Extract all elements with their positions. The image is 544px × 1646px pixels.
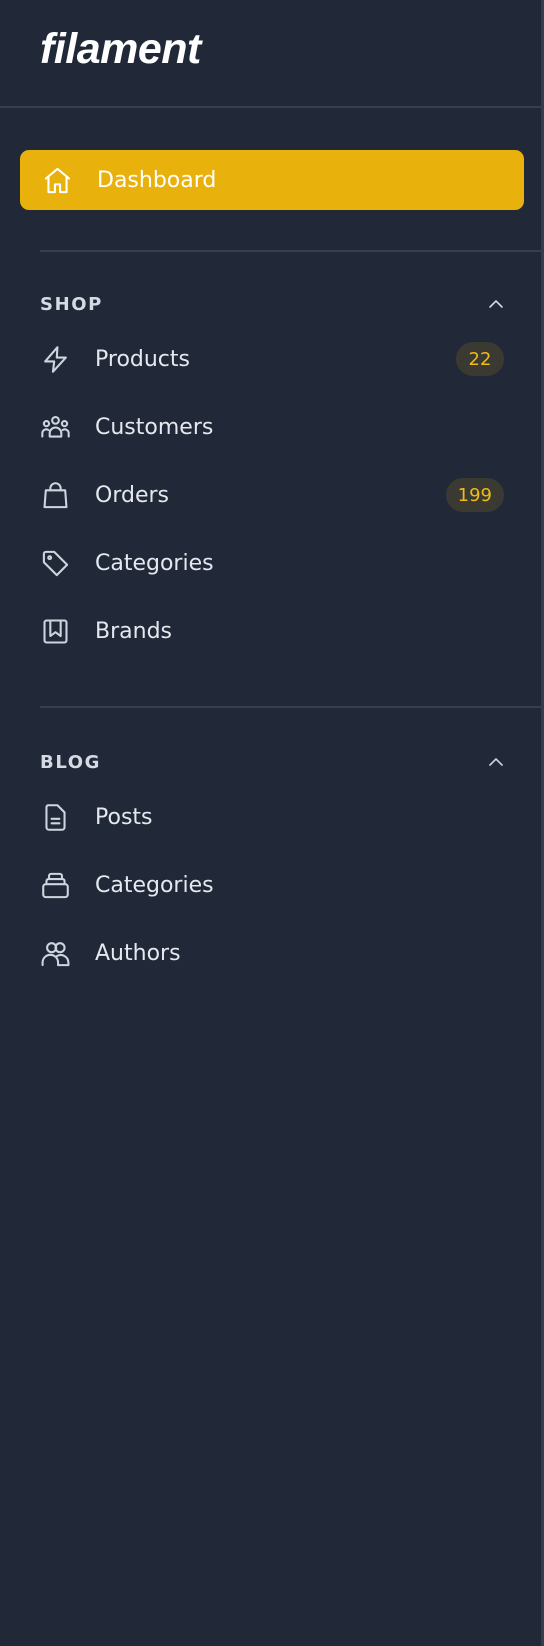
- nav-item-blog-categories[interactable]: Categories: [40, 851, 504, 919]
- group-header-shop[interactable]: SHOP: [40, 291, 504, 317]
- nav-item-label: Products: [95, 346, 190, 372]
- main-navigation: Dashboard SHOP Products 22 Customers Ord…: [0, 108, 544, 987]
- nav-item-label: Customers: [95, 414, 214, 440]
- rectangle-stack-icon: [40, 870, 71, 901]
- nav-item-label: Brands: [95, 618, 172, 644]
- group-label: SHOP: [40, 293, 103, 315]
- nav-item-posts[interactable]: Posts: [40, 783, 504, 851]
- chevron-up-icon[interactable]: [488, 757, 504, 767]
- nav-item-products[interactable]: Products 22: [40, 325, 504, 393]
- shopping-bag-icon: [40, 480, 71, 511]
- nav-item-label: Categories: [95, 550, 214, 576]
- filament-logo[interactable]: filament: [40, 25, 201, 74]
- sidebar: filament Dashboard SHOP Products 22 Cust…: [0, 0, 544, 1646]
- home-icon: [42, 165, 73, 196]
- nav-item-label: Categories: [95, 872, 214, 898]
- nav-item-authors[interactable]: Authors: [40, 919, 504, 987]
- tag-icon: [40, 548, 71, 579]
- document-text-icon: [40, 802, 71, 833]
- count-badge: 22: [456, 342, 504, 376]
- group-label: BLOG: [40, 751, 102, 773]
- chevron-up-icon[interactable]: [488, 299, 504, 309]
- nav-item-categories[interactable]: Categories: [40, 529, 504, 597]
- count-badge: 199: [445, 478, 504, 512]
- group-header-blog[interactable]: BLOG: [40, 749, 504, 775]
- nav-item-label: Posts: [95, 804, 153, 830]
- nav-item-label: Authors: [95, 940, 181, 966]
- brand-header: filament: [0, 0, 544, 108]
- bookmark-square-icon: [40, 616, 71, 647]
- nav-item-orders[interactable]: Orders 199: [40, 461, 504, 529]
- nav-item-dashboard[interactable]: Dashboard: [20, 150, 524, 210]
- bolt-icon: [40, 344, 71, 375]
- users-icon: [40, 938, 71, 969]
- nav-item-customers[interactable]: Customers: [40, 393, 504, 461]
- nav-item-brands[interactable]: Brands: [40, 597, 504, 665]
- nav-item-label: Dashboard: [97, 167, 217, 193]
- nav-item-label: Orders: [95, 482, 169, 508]
- user-group-icon: [40, 412, 71, 443]
